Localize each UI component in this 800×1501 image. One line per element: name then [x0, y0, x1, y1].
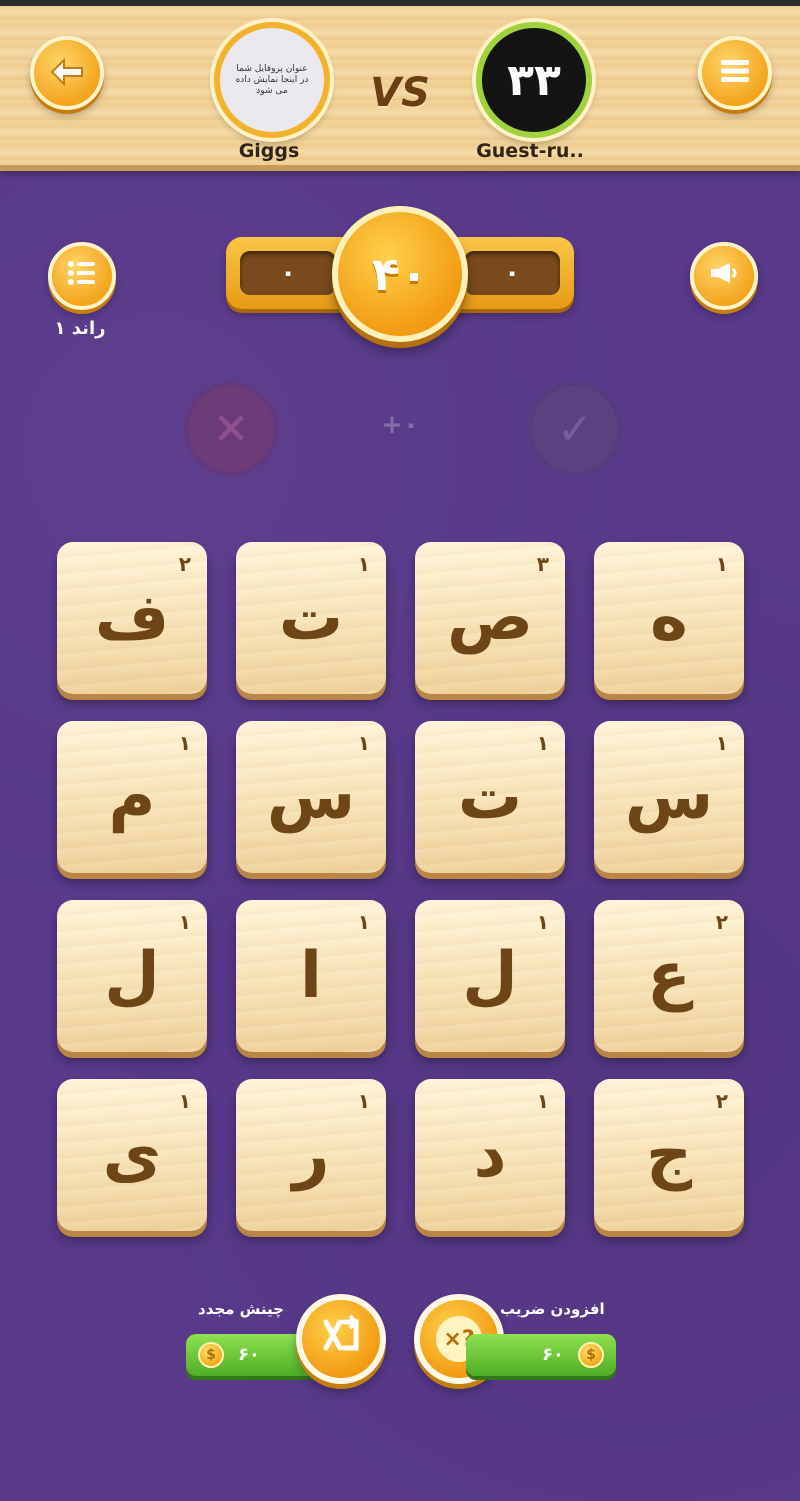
tile-points: ۱ — [715, 552, 728, 576]
player-right-avatar-number: ۳۳ — [507, 54, 561, 106]
tile-points: ۲ — [715, 1089, 728, 1113]
multiplier-price-pill[interactable]: ۶۰ $ — [466, 1334, 616, 1376]
tile-points: ۱ — [715, 731, 728, 755]
player-right-avatar[interactable]: ۳۳ — [476, 22, 592, 138]
check-icon: ✓ — [556, 403, 594, 455]
letter-tile[interactable]: ۱ه — [594, 542, 744, 694]
letter-tile[interactable]: ۱ل — [57, 900, 207, 1052]
menu-button[interactable] — [698, 36, 772, 110]
versus-label: VS — [370, 70, 430, 116]
tile-points: ۱ — [357, 552, 370, 576]
arrow-left-icon — [50, 51, 84, 95]
letter-tile[interactable]: ۱ت — [415, 721, 565, 873]
x-icon: ✕ — [212, 403, 250, 455]
shuffle-button[interactable] — [296, 1294, 386, 1384]
letter-tile[interactable]: ۱د — [415, 1079, 565, 1231]
shuffle-icon — [320, 1314, 362, 1365]
tile-points: ۱ — [357, 731, 370, 755]
tile-points: ۱ — [357, 1089, 370, 1113]
letter-tile[interactable]: ۱ل — [415, 900, 565, 1052]
tile-points: ۱ — [357, 910, 370, 934]
letter-tile[interactable]: ۱س — [236, 721, 386, 873]
tile-points: ۲ — [178, 552, 191, 576]
coin-icon: $ — [198, 1342, 224, 1368]
tile-points: ۱ — [536, 731, 549, 755]
multiplier-label: افزودن ضریب — [500, 1300, 605, 1318]
tile-letter: ت — [457, 760, 523, 834]
shuffle-price: ۶۰ — [238, 1344, 260, 1365]
tile-letter: م — [108, 760, 156, 834]
tile-letter: س — [624, 760, 714, 834]
tile-points: ۱ — [536, 910, 549, 934]
player-right-name: Guest-ru.. — [476, 140, 584, 162]
tile-points: ۲ — [715, 910, 728, 934]
tile-letter: ت — [278, 581, 344, 655]
tile-letter: ا — [300, 939, 322, 1013]
right-player-score: ۰ — [464, 251, 560, 295]
tile-points: ۱ — [178, 731, 191, 755]
list-icon — [67, 260, 97, 293]
reject-word-button[interactable]: ✕ — [184, 382, 278, 476]
shuffle-label: چینش مجدد — [198, 1300, 284, 1318]
letter-tile[interactable]: ۲ع — [594, 900, 744, 1052]
tile-letter: ل — [104, 939, 160, 1013]
tile-letter: س — [266, 760, 356, 834]
letter-tile[interactable]: ۱ر — [236, 1079, 386, 1231]
megaphone-icon — [708, 260, 740, 293]
letter-tile[interactable]: ۱ا — [236, 900, 386, 1052]
left-player-score: ۰ — [240, 251, 336, 295]
hamburger-menu-icon — [719, 53, 751, 93]
tile-letter: ف — [94, 581, 170, 655]
round-timer: ۴۰ — [332, 206, 468, 342]
back-button[interactable] — [30, 36, 104, 110]
letter-tile[interactable]: ۲ج — [594, 1079, 744, 1231]
letter-tile[interactable]: ۲ف — [57, 542, 207, 694]
coin-icon: $ — [578, 1342, 604, 1368]
tile-points: ۱ — [536, 1089, 549, 1113]
submit-word-button[interactable]: ✓ — [528, 382, 622, 476]
letter-tile[interactable]: ۱ت — [236, 542, 386, 694]
round-list-button[interactable] — [48, 242, 116, 310]
round-label: راند ۱ — [54, 318, 106, 339]
tile-letter: ه — [650, 581, 688, 655]
avatar-profile-text: عنوان پروفایل شما در اینجا نمایش داده می… — [235, 63, 309, 96]
tile-letter: ع — [647, 939, 691, 1013]
tile-points: ۱ — [178, 1089, 191, 1113]
letter-tile[interactable]: ۱ی — [57, 1079, 207, 1231]
tile-points: ۱ — [178, 910, 191, 934]
letter-tile[interactable]: ۱س — [594, 721, 744, 873]
multiplier-price: ۶۰ — [542, 1344, 564, 1365]
player-left-name: Giggs — [238, 140, 300, 162]
header-bar: عنوان پروفایل شما در اینجا نمایش داده می… — [0, 0, 800, 171]
player-left-avatar[interactable]: عنوان پروفایل شما در اینجا نمایش داده می… — [214, 22, 330, 138]
tile-letter: ل — [462, 939, 518, 1013]
tile-letter: ج — [645, 1118, 693, 1192]
sound-button[interactable] — [690, 242, 758, 310]
tile-letter: ر — [292, 1118, 330, 1192]
word-score-preview: +۰ — [381, 410, 419, 440]
tile-letter: ی — [102, 1118, 162, 1192]
answer-row: ✕ +۰ ✓ — [178, 382, 622, 476]
letter-tile[interactable]: ۳ص — [415, 542, 565, 694]
letter-tile[interactable]: ۱م — [57, 721, 207, 873]
tile-letter: ص — [446, 581, 534, 655]
tile-points: ۳ — [536, 552, 549, 576]
letter-grid: ۲ف ۱ت ۳ص ۱ه ۱م ۱س ۱ت ۱س ۱ل ۱ا ۱ل ۲ع ۱ی ۱… — [57, 542, 747, 1232]
tile-letter: د — [473, 1118, 507, 1192]
